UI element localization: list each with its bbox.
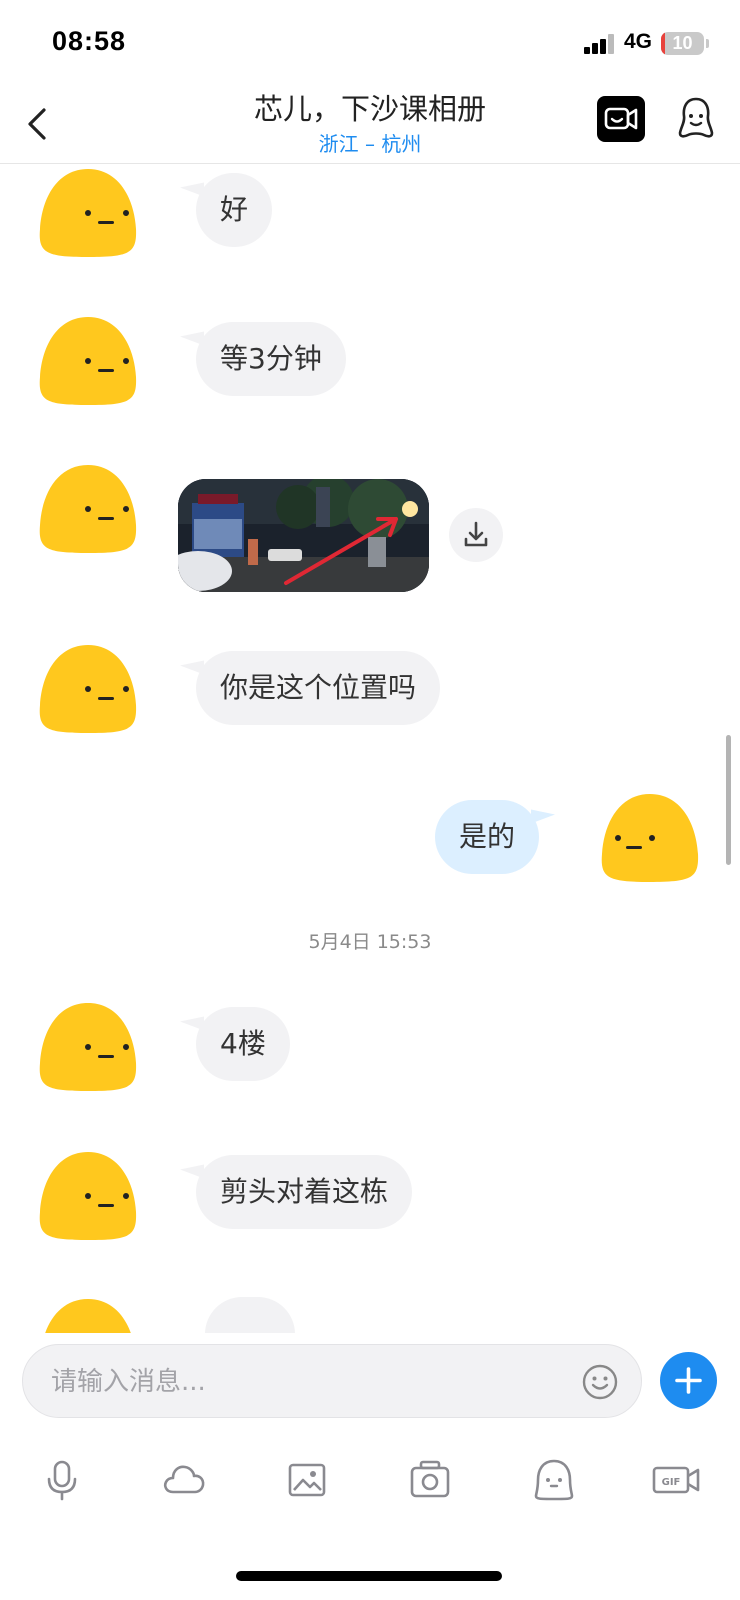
svg-text:GIF: GIF <box>662 1477 681 1488</box>
video-call-button[interactable] <box>597 96 645 142</box>
message-bubble[interactable]: 好 <box>196 173 273 247</box>
status-time: 08:58 <box>52 26 127 56</box>
battery-icon: 10 <box>661 32 704 55</box>
mic-icon[interactable] <box>38 1456 86 1504</box>
image-icon[interactable] <box>283 1456 331 1504</box>
message-bubble[interactable]: 剪头对着这栋 <box>196 1155 413 1229</box>
battery-level-text: 10 <box>672 33 693 53</box>
street-photo-image <box>178 479 429 592</box>
input-toolbar: GIF <box>0 1450 740 1510</box>
avatar[interactable] <box>38 1150 138 1242</box>
avatar[interactable] <box>38 1297 138 1333</box>
sticker-icon[interactable] <box>530 1456 578 1504</box>
plus-icon <box>675 1367 702 1394</box>
home-indicator[interactable] <box>236 1571 502 1581</box>
message-input[interactable]: 请输入消息... <box>22 1344 642 1418</box>
chat-history[interactable]: 好 等3分钟 你是这个位置吗 是的 5月4日 15:53 4楼 剪头对着这栋 <box>0 165 740 1333</box>
network-type: 4G <box>624 30 653 53</box>
download-button[interactable] <box>449 508 503 562</box>
scrollbar[interactable] <box>726 735 731 865</box>
emoji-icon[interactable] <box>581 1363 619 1401</box>
signal-icon <box>584 34 616 54</box>
photo-message[interactable] <box>178 479 429 592</box>
message-bubble[interactable]: 等3分钟 <box>196 322 346 396</box>
cloud-icon[interactable] <box>160 1456 208 1504</box>
message-bubble[interactable]: 你是这个位置吗 <box>196 651 441 725</box>
avatar[interactable] <box>38 643 138 735</box>
avatar[interactable] <box>38 1001 138 1093</box>
message-timestamp: 5月4日 15:53 <box>308 931 432 953</box>
my-avatar[interactable] <box>600 792 700 884</box>
message-bubble-mine[interactable]: 是的 <box>435 800 540 874</box>
camera-icon[interactable] <box>406 1456 454 1504</box>
avatar[interactable] <box>38 463 138 555</box>
message-bubble[interactable]: 4楼 <box>196 1007 290 1081</box>
avatar[interactable] <box>38 167 138 259</box>
profile-icon[interactable] <box>676 96 716 140</box>
status-bar: 08:58 4G 10 <box>0 0 740 86</box>
gif-icon[interactable]: GIF <box>652 1456 704 1504</box>
video-call-icon <box>604 107 638 130</box>
avatar[interactable] <box>38 315 138 407</box>
add-button[interactable] <box>660 1352 717 1409</box>
message-bubble-partial[interactable] <box>205 1297 295 1333</box>
chat-header: 芯儿，下沙课相册 浙江 – 杭州 <box>0 86 740 164</box>
message-input-placeholder: 请输入消息... <box>51 1367 206 1397</box>
download-icon <box>464 521 488 547</box>
